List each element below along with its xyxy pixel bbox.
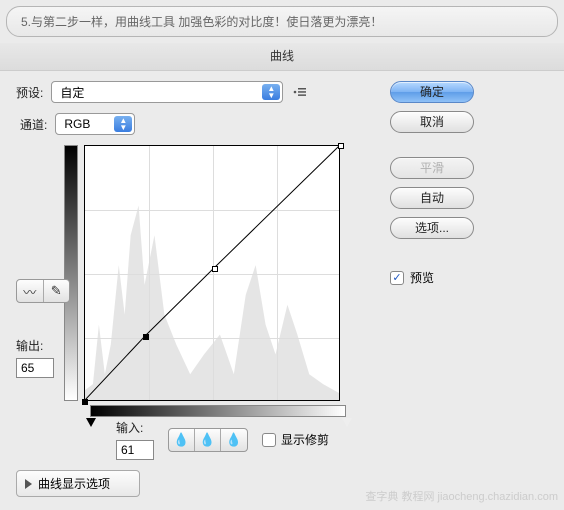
- preset-row: 预设: 自定 ▲▼: [16, 81, 376, 103]
- eyedropper-gray-icon: 💧: [199, 432, 215, 448]
- smooth-button[interactable]: 平滑: [390, 157, 474, 179]
- eyedropper-white-icon: 💧: [226, 432, 242, 448]
- eyedropper-black-icon: 💧: [173, 432, 189, 448]
- eyedropper-group: 💧 💧 💧: [168, 428, 248, 452]
- curve-point-tool[interactable]: 〰: [17, 280, 44, 302]
- dialog-title: 曲线: [0, 43, 564, 71]
- preset-select[interactable]: 自定 ▲▼: [51, 81, 283, 103]
- input-label: 输入:: [116, 419, 143, 436]
- channel-row: 通道: RGB ▲▼: [16, 113, 376, 135]
- input-gradient: [90, 405, 346, 417]
- curve-tool-toggle[interactable]: 〰 ✎: [16, 279, 70, 303]
- curves-graph[interactable]: [84, 145, 340, 401]
- disclosure-triangle-icon: [25, 479, 32, 489]
- curve-area: 〰 ✎ 输出:: [16, 145, 376, 417]
- output-block: 〰 ✎ 输出:: [16, 337, 54, 378]
- right-pane: 确定 取消 平滑 自动 选项... ✓ 预览: [376, 81, 548, 497]
- white-point-slider[interactable]: [342, 418, 352, 427]
- output-label: 输出:: [16, 337, 43, 354]
- graph-wrap: [84, 145, 346, 417]
- curve-point-icon: 〰: [23, 282, 36, 301]
- curves-dialog: 曲线 预设: 自定 ▲▼ 通道: RGB ▲▼: [0, 43, 564, 505]
- options-button[interactable]: 选项...: [390, 217, 474, 239]
- checkbox-checked-icon: ✓: [390, 271, 404, 285]
- output-field[interactable]: [16, 358, 54, 378]
- gray-eyedropper[interactable]: 💧: [195, 429, 221, 451]
- histogram-icon: [85, 146, 339, 400]
- preset-value: 自定: [60, 84, 84, 101]
- preview-label: 预览: [410, 269, 434, 286]
- show-clipping-label: 显示修剪: [281, 431, 329, 448]
- ok-button[interactable]: 确定: [390, 81, 474, 103]
- preview-checkbox[interactable]: ✓ 预览: [390, 269, 434, 286]
- output-gradient: [64, 145, 78, 401]
- instruction-caption: 5.与第二步一样，用曲线工具 加强色彩的对比度！使日落更为漂亮！: [6, 6, 558, 37]
- input-field[interactable]: [116, 440, 154, 460]
- pencil-icon: ✎: [51, 283, 62, 299]
- black-point-slider[interactable]: [86, 418, 96, 427]
- curve-point-selected[interactable]: [143, 334, 149, 340]
- curve-point-mid[interactable]: [212, 266, 218, 272]
- select-arrows-icon: ▲▼: [114, 116, 132, 132]
- curve-point-shadow[interactable]: [82, 399, 88, 405]
- channel-value: RGB: [64, 117, 90, 131]
- checkbox-empty-icon: [262, 433, 276, 447]
- disclosure-label: 曲线显示选项: [38, 475, 110, 492]
- preset-label: 预设:: [16, 84, 43, 101]
- show-clipping-checkbox[interactable]: 显示修剪: [262, 431, 329, 448]
- curve-point-highlight[interactable]: [338, 143, 344, 149]
- black-eyedropper[interactable]: 💧: [169, 429, 195, 451]
- select-arrows-icon: ▲▼: [262, 84, 280, 100]
- channel-label: 通道:: [20, 116, 47, 133]
- input-row: 输入: 💧 💧 💧 显示修剪: [116, 419, 376, 460]
- curve-display-options[interactable]: 曲线显示选项: [16, 470, 140, 497]
- left-pane: 预设: 自定 ▲▼ 通道: RGB ▲▼ 〰: [16, 81, 376, 497]
- curve-pencil-tool[interactable]: ✎: [44, 280, 70, 302]
- channel-select[interactable]: RGB ▲▼: [55, 113, 135, 135]
- auto-button[interactable]: 自动: [390, 187, 474, 209]
- preset-menu-icon[interactable]: [291, 84, 307, 100]
- white-eyedropper[interactable]: 💧: [221, 429, 247, 451]
- cancel-button[interactable]: 取消: [390, 111, 474, 133]
